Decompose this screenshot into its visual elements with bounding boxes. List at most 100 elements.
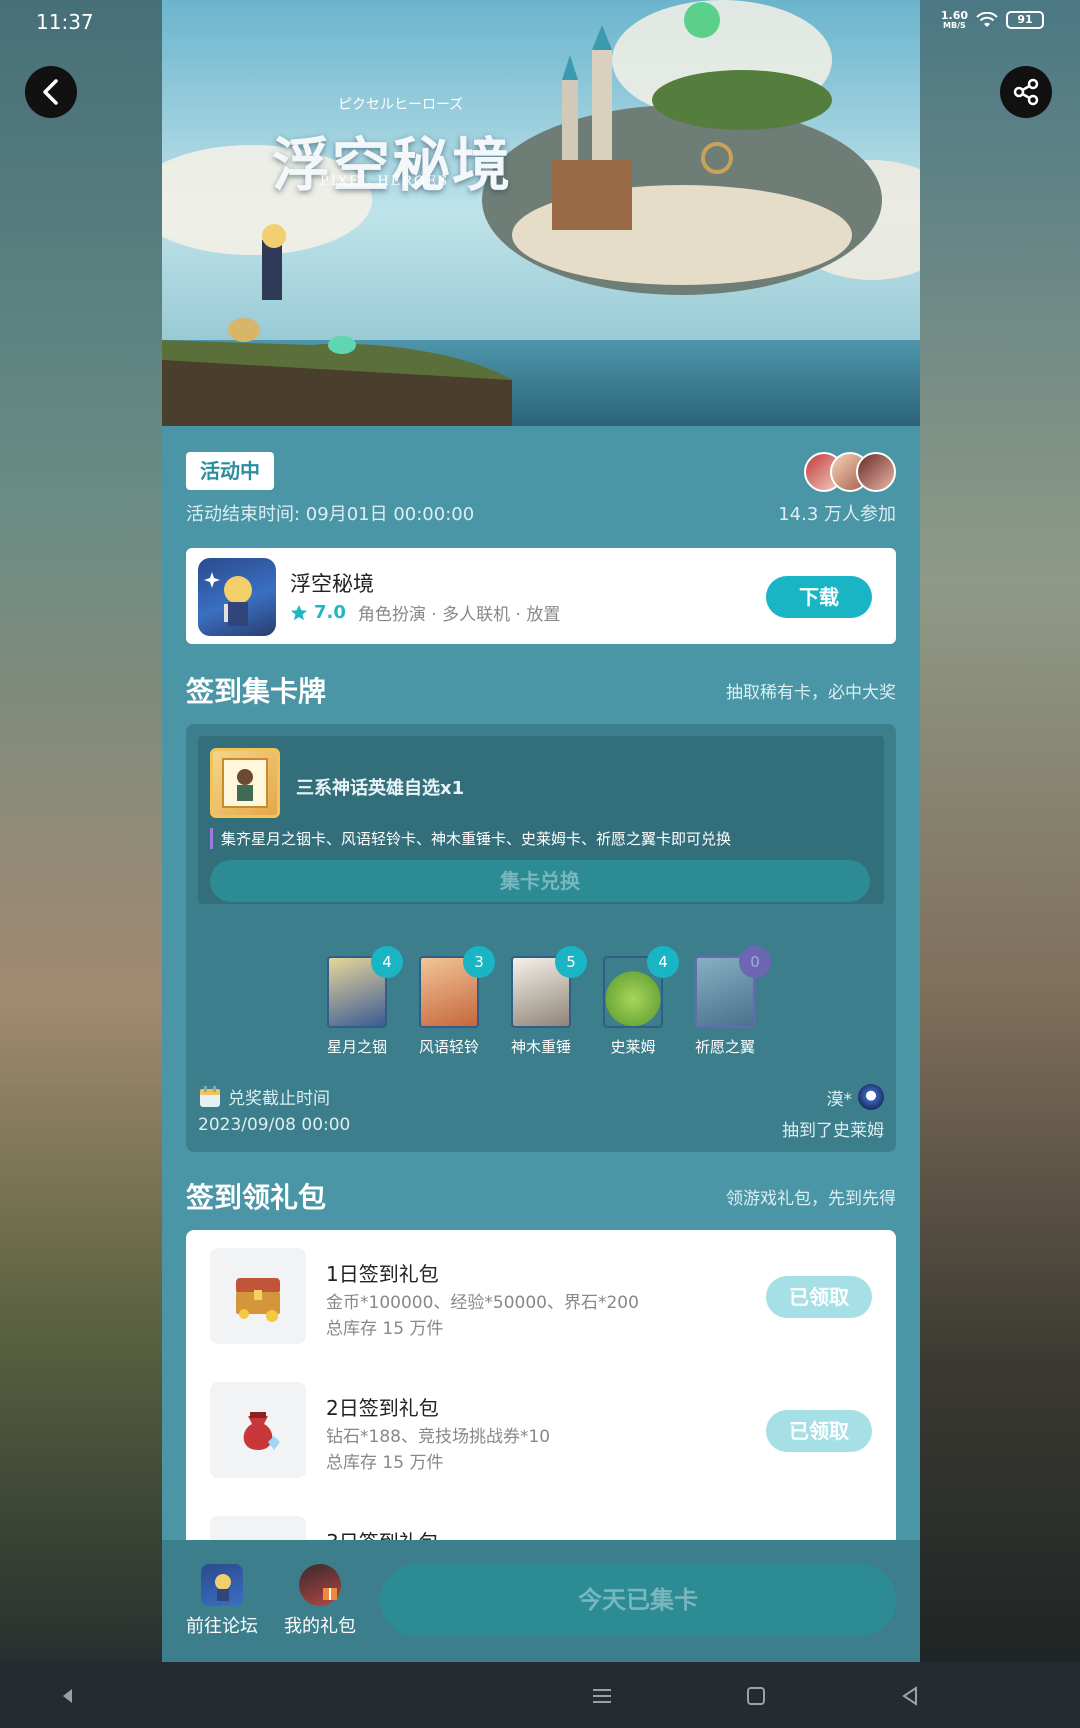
reward-box: 三系神话英雄自选x1 集齐星月之铟卡、风语轻铃卡、神木重锤卡、史莱姆卡、祈愿之翼… <box>198 736 884 904</box>
card-qiyuan[interactable]: 0 祈愿之翼 <box>694 946 771 1057</box>
download-button[interactable]: 下载 <box>766 576 872 618</box>
card-fengyu[interactable]: 3 风语轻铃 <box>418 946 495 1057</box>
banner-title: 浮空秘境 <box>272 131 513 199</box>
card-count-badge: 3 <box>463 946 495 978</box>
treasure-chest-icon <box>236 1278 280 1322</box>
gem-bag-icon <box>210 1382 306 1478</box>
gift-title: 1日签到礼包 <box>326 1262 439 1286</box>
game-meta: 7.0 角色扮演 · 多人联机 · 放置 <box>290 600 560 625</box>
gift-desc: 金币*100000、经验*50000、界石*200 <box>326 1293 639 1313</box>
collected-cards: 4 星月之铟 3 风语轻铃 5 神木重锤 4 史莱姆 0 祈愿之翼 <box>186 946 896 1057</box>
my-gifts-icon <box>299 1564 341 1606</box>
hero-avatar-icon <box>215 1574 231 1601</box>
hero-sprite-icon <box>204 572 252 626</box>
event-status-row: 活动中 活动结束时间: 09月01日 00:00:00 14.3 万人参加 <box>186 452 896 532</box>
claimed-button[interactable]: 已领取 <box>766 1410 872 1452</box>
reward-card-icon <box>210 748 280 818</box>
deadline-value: 2023/09/08 00:00 <box>198 1115 351 1135</box>
card-shenmu[interactable]: 5 神木重锤 <box>510 946 587 1057</box>
gift-section-title: 签到领礼包 <box>186 1181 327 1214</box>
exchange-cards-button[interactable]: 集卡兑换 <box>210 860 870 902</box>
event-end-time: 活动结束时间: 09月01日 00:00:00 <box>186 504 475 525</box>
menu-icon[interactable] <box>588 1682 616 1710</box>
today-collected-button[interactable]: 今天已集卡 <box>380 1564 896 1636</box>
status-time: 11:37 <box>36 10 94 34</box>
card-section-subtitle: 抽取稀有卡，必中大奖 <box>726 683 896 703</box>
hero-portrait-icon <box>222 758 268 808</box>
card-image: 4 <box>327 946 403 1028</box>
gift-title: 2日签到礼包 <box>326 1396 439 1420</box>
game-icon <box>198 558 276 636</box>
game-card[interactable]: 浮空秘境 7.0 角色扮演 · 多人联机 · 放置 下载 <box>186 548 896 644</box>
card-count-badge: 0 <box>739 946 771 978</box>
banner-illustration <box>162 0 920 426</box>
reward-rule: 集齐星月之铟卡、风语轻铃卡、神木重锤卡、史莱姆卡、祈愿之翼卡即可兑换 <box>210 828 731 849</box>
forum-link[interactable]: 前往论坛 <box>182 1564 262 1638</box>
gift-section-subtitle: 领游戏礼包，先到先得 <box>726 1189 896 1209</box>
back-triangle-icon[interactable] <box>896 1682 924 1710</box>
forum-icon <box>201 1564 243 1606</box>
card-label: 星月之铟 <box>326 1038 387 1056</box>
latest-draw: 漠* 抽到了史莱姆 <box>782 1084 884 1141</box>
back-button[interactable] <box>25 66 77 118</box>
card-image: 3 <box>419 946 495 1028</box>
claimed-button[interactable]: 已领取 <box>766 1276 872 1318</box>
gem-bag-icon <box>243 1412 280 1450</box>
system-nav-bar <box>0 1662 1080 1728</box>
card-count-badge: 4 <box>647 946 679 978</box>
gift-stock: 总库存 15 万件 <box>326 1319 444 1339</box>
gift-stock: 总库存 15 万件 <box>326 1453 444 1473</box>
card-image: 0 <box>695 946 771 1028</box>
banner-subtitle-en: PIXEL HEROES <box>320 174 450 189</box>
winner-name: 漠* <box>826 1089 853 1110</box>
event-banner: ピクセルヒーローズ 浮空秘境 PIXEL HEROES <box>162 0 920 426</box>
star-icon <box>290 604 308 620</box>
card-label: 史莱姆 <box>610 1038 656 1056</box>
gift-desc: 钻石*188、竞技场挑战券*10 <box>326 1427 551 1447</box>
nav-back-small-icon[interactable] <box>54 1682 82 1710</box>
my-gifts-link[interactable]: 我的礼包 <box>280 1564 360 1638</box>
card-label: 祈愿之翼 <box>694 1038 755 1056</box>
gift-list: 1日签到礼包 金币*100000、经验*50000、界石*200 总库存 15 … <box>186 1230 896 1540</box>
gift-title: 3日签到礼包 <box>326 1526 439 1540</box>
gift-item-day1: 1日签到礼包 金币*100000、经验*50000、界石*200 总库存 15 … <box>186 1230 896 1350</box>
share-button[interactable] <box>1000 66 1052 118</box>
background-blur-right <box>920 0 1080 1662</box>
gift-item-day3: 3日签到礼包 <box>186 1498 896 1540</box>
card-count-badge: 5 <box>555 946 587 978</box>
participant-count: 14.3 万人参加 <box>778 504 896 525</box>
card-section-title: 签到集卡牌 <box>186 675 327 708</box>
calendar-icon <box>200 1085 220 1107</box>
card-label: 神木重锤 <box>510 1038 571 1056</box>
banner-subtitle-jp: ピクセルヒーローズ <box>338 97 464 113</box>
card-collection-panel: 三系神话英雄自选x1 集齐星月之铟卡、风语轻铃卡、神木重锤卡、史莱姆卡、祈愿之翼… <box>186 724 896 1152</box>
battery-icon: 91 <box>1006 11 1044 29</box>
chevron-left-icon <box>43 79 58 105</box>
card-image: 4 <box>603 946 679 1028</box>
gift-box-icon <box>323 1588 337 1600</box>
card-image: 5 <box>511 946 587 1028</box>
share-icon <box>1013 78 1039 106</box>
reward-name: 三系神话英雄自选x1 <box>296 778 465 799</box>
home-icon[interactable] <box>742 1682 770 1710</box>
gift-image-placeholder <box>210 1516 306 1540</box>
status-indicators: 1.60 MB/S 91 <box>941 10 1044 30</box>
game-tags: 角色扮演 · 多人联机 · 放置 <box>357 605 561 625</box>
avatar <box>858 1084 884 1110</box>
card-label: 风语轻铃 <box>418 1038 479 1056</box>
winner-action: 抽到了史莱姆 <box>782 1121 884 1141</box>
winner-row: 漠* <box>782 1084 884 1110</box>
game-rating: 7.0 <box>314 602 346 623</box>
redeem-deadline: 兑奖截止时间 2023/09/08 00:00 <box>198 1084 350 1135</box>
network-speed-value: 1.60 <box>940 9 968 22</box>
deadline-label-row: 兑奖截止时间 <box>198 1084 350 1109</box>
participant-avatars <box>804 452 896 492</box>
card-slime[interactable]: 4 史莱姆 <box>602 946 679 1057</box>
avatar <box>856 452 896 492</box>
event-page: ピクセルヒーローズ 浮空秘境 PIXEL HEROES 活动中 活动结束时间: … <box>162 0 920 1540</box>
card-xingyue[interactable]: 4 星月之铟 <box>326 946 403 1057</box>
bottom-action-bar: 前往论坛 我的礼包 今天已集卡 <box>162 1540 920 1662</box>
treasure-chest-icon <box>210 1248 306 1344</box>
status-bar: 11:37 1.60 MB/S 91 <box>0 0 1080 44</box>
network-speed-unit: MB/S <box>943 21 966 30</box>
